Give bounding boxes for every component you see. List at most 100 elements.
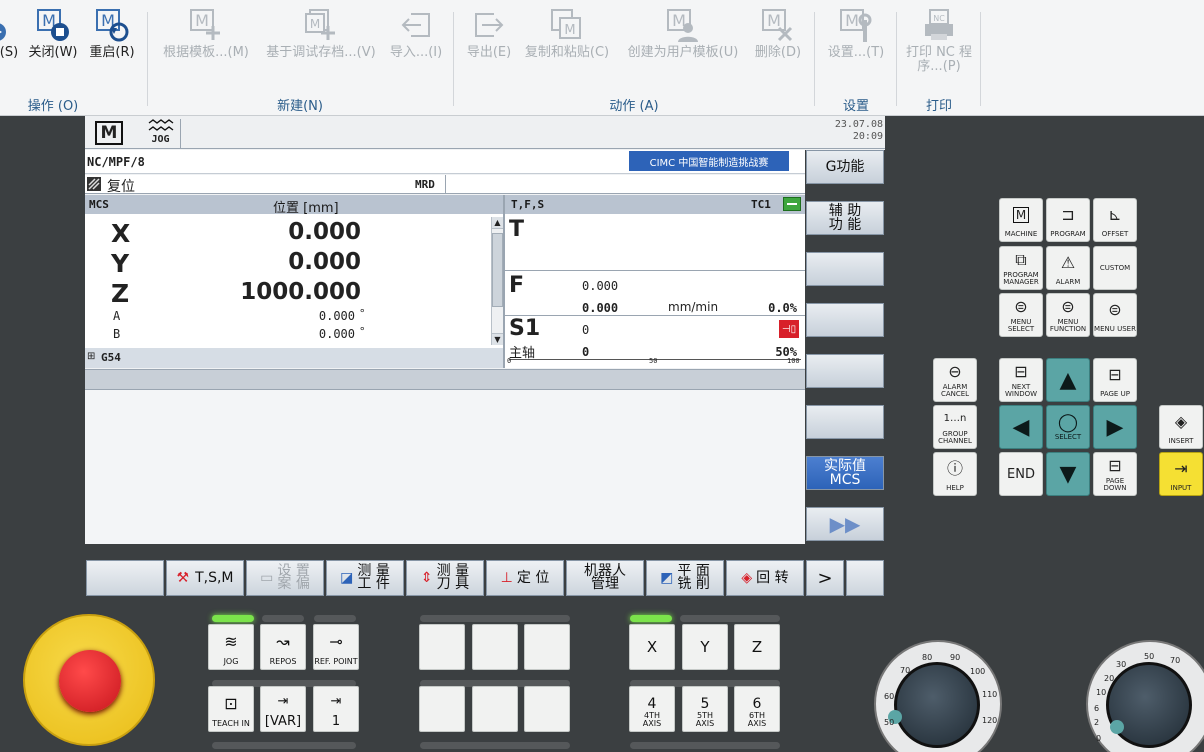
program-icon: ⊐: [1061, 205, 1075, 224]
axis-name: X: [111, 219, 131, 248]
feed-override-dial[interactable]: 70 80 90 100 110 120 60 50: [874, 640, 1002, 752]
divider: [445, 175, 446, 194]
import-button[interactable]: 导入...(I): [386, 0, 446, 70]
dial-label: 90: [950, 653, 961, 662]
page-down-key[interactable]: ⊟ PAGE DOWN: [1093, 452, 1137, 496]
custom-key[interactable]: CUSTOM: [1093, 246, 1137, 290]
divider: [505, 270, 805, 271]
help-key[interactable]: ⓘ HELP: [933, 452, 977, 496]
program-manager-key[interactable]: ⧉ PROGRAM MANAGER: [999, 246, 1043, 290]
axis-y-key[interactable]: Y: [682, 624, 728, 670]
menu-user-key[interactable]: ⊜ MENU USER: [1093, 293, 1137, 337]
channel-status: 复位: [107, 179, 135, 195]
hsoftkey-empty[interactable]: [86, 560, 164, 596]
export-button[interactable]: 导出(E): [462, 0, 516, 70]
channel-reset-icon: [87, 177, 101, 191]
arrow-down-key[interactable]: ▼: [1046, 452, 1090, 496]
increment-1-key[interactable]: ⇥ 1: [313, 686, 359, 732]
hsoftkey-face-milling[interactable]: ◩ 平 面 铣 削: [646, 560, 724, 596]
input-key[interactable]: ⇥ INPUT: [1159, 452, 1203, 496]
blank-key-1[interactable]: [419, 624, 465, 670]
delete-button[interactable]: M 删除(D): [750, 0, 806, 70]
axis-value: 0.000: [318, 309, 355, 323]
restart-button[interactable]: M 重启(R): [84, 0, 140, 70]
copy-paste-button[interactable]: M 复制和粘贴(C): [518, 0, 616, 70]
softkey-empty-3[interactable]: [806, 252, 884, 286]
jog-wave-icon: [148, 119, 173, 131]
arrow-right-key[interactable]: ▶: [1093, 405, 1137, 449]
archive-add-icon: M: [305, 9, 335, 40]
hsoftkey-tsm[interactable]: ⚒ T,S,M: [166, 560, 244, 596]
program-path-row: NC/MPF/8 CIMC 中国智能制造挑战赛: [85, 150, 805, 174]
divider: [814, 12, 815, 106]
from-template-button[interactable]: M 根据模板...(M): [156, 0, 256, 70]
hsoftkey-robot-management[interactable]: 机器人 管理: [566, 560, 644, 596]
machine-mode-button[interactable]: M: [91, 119, 127, 147]
axis-x-key[interactable]: X: [629, 624, 675, 670]
close-button[interactable]: M 关闭(W): [24, 0, 82, 70]
blank-key-4[interactable]: [419, 686, 465, 732]
hsoftkey-measure-workpiece[interactable]: ◪ 测 量 工 件: [326, 560, 404, 596]
create-user-template-button[interactable]: M 创建为用户模板(U): [618, 0, 748, 70]
start-button[interactable]: (S): [0, 0, 22, 70]
hsoftkey-position[interactable]: ⊥ 定 位: [486, 560, 564, 596]
jog-key[interactable]: ≋ JOG: [208, 624, 254, 670]
blank-key-3[interactable]: [524, 624, 570, 670]
blank-key-2[interactable]: [472, 624, 518, 670]
menu-function-key[interactable]: ⊜ MENU FUNCTION: [1046, 293, 1090, 337]
spindle-override-dial[interactable]: 30 50 70 20 10 6 2 0: [1086, 640, 1204, 752]
hsoftkey-set-offset[interactable]: ▭ 设 置 案 偏: [246, 560, 324, 596]
insert-key[interactable]: ◈ INSERT: [1159, 405, 1203, 449]
softkey-empty-4[interactable]: [806, 303, 884, 337]
axis-6-key[interactable]: 6 6TH AXIS: [734, 686, 780, 732]
blank-key-6[interactable]: [524, 686, 570, 732]
axis-5-key[interactable]: 5 5TH AXIS: [682, 686, 728, 732]
group-channel-key[interactable]: 1…n GROUP CHANNEL: [933, 405, 977, 449]
softkey-empty-5[interactable]: [806, 354, 884, 388]
divider: [453, 12, 454, 106]
menu-select-key[interactable]: ⊜ MENU SELECT: [999, 293, 1043, 337]
axis-z-key[interactable]: Z: [734, 624, 780, 670]
teach-in-key[interactable]: ⊡ TEACH IN: [208, 686, 254, 732]
end-key[interactable]: END: [999, 452, 1043, 496]
ref-point-key[interactable]: ⊸ REF. POINT: [313, 624, 359, 670]
alarm-cancel-key[interactable]: ⊖ ALARM CANCEL: [933, 358, 977, 402]
softkey-auxiliary-function[interactable]: 辅 助 功 能: [806, 201, 884, 235]
arrow-down-icon: ▼: [1059, 461, 1077, 487]
repos-key[interactable]: ↝ REPOS: [260, 624, 306, 670]
scroll-down-icon[interactable]: ▼: [492, 333, 503, 345]
settings-button[interactable]: M 设置...(T): [824, 0, 888, 70]
alarm-key[interactable]: ⚠ ALARM: [1046, 246, 1090, 290]
hsoftkey-blank[interactable]: [846, 560, 884, 596]
tool-change: TC1: [751, 198, 771, 211]
hsoftkey-next[interactable]: >: [806, 560, 844, 596]
scroll-thumb[interactable]: [492, 233, 503, 307]
print-nc-program-button[interactable]: NC 打印 NC 程序...(P): [904, 0, 974, 84]
program-key[interactable]: ⊐ PROGRAM: [1046, 198, 1090, 242]
divider: [980, 12, 981, 106]
softkey-more[interactable]: ▶▶: [806, 507, 884, 541]
from-commissioning-archive-button[interactable]: M 基于调试存档...(V): [258, 0, 384, 70]
arrow-left-key[interactable]: ◀: [999, 405, 1043, 449]
arrow-up-key[interactable]: ▲: [1046, 358, 1090, 402]
group-label-settings: 设置: [842, 99, 869, 114]
position-scrollbar[interactable]: ▲ ▼: [491, 217, 503, 345]
led-ref: [314, 615, 356, 622]
page-up-key[interactable]: ⊟ PAGE UP: [1093, 358, 1137, 402]
offset-key[interactable]: ⊾ OFFSET: [1093, 198, 1137, 242]
machine-key[interactable]: M MACHINE: [999, 198, 1043, 242]
softkey-actual-value-mcs[interactable]: 实际值 MCS: [806, 456, 884, 490]
scroll-up-icon[interactable]: ▲: [492, 217, 503, 229]
emergency-stop-button[interactable]: [23, 614, 155, 746]
next-window-key[interactable]: ⊟ NEXT WINDOW: [999, 358, 1043, 402]
hsoftkey-measure-tool[interactable]: ⇕ 测 量 刀 具: [406, 560, 484, 596]
select-key[interactable]: ◯ SELECT: [1046, 405, 1090, 449]
var-key[interactable]: ⇥ [VAR]: [260, 686, 306, 732]
softkey-empty-6[interactable]: [806, 405, 884, 439]
led-x: [630, 615, 672, 622]
softkey-g-function[interactable]: G功能: [806, 150, 884, 184]
hsoftkey-swivel[interactable]: ◈ 回 转: [726, 560, 804, 596]
axis-4-key[interactable]: 4 4TH AXIS: [629, 686, 675, 732]
blank-key-5[interactable]: [472, 686, 518, 732]
axis-name: A: [113, 309, 121, 323]
